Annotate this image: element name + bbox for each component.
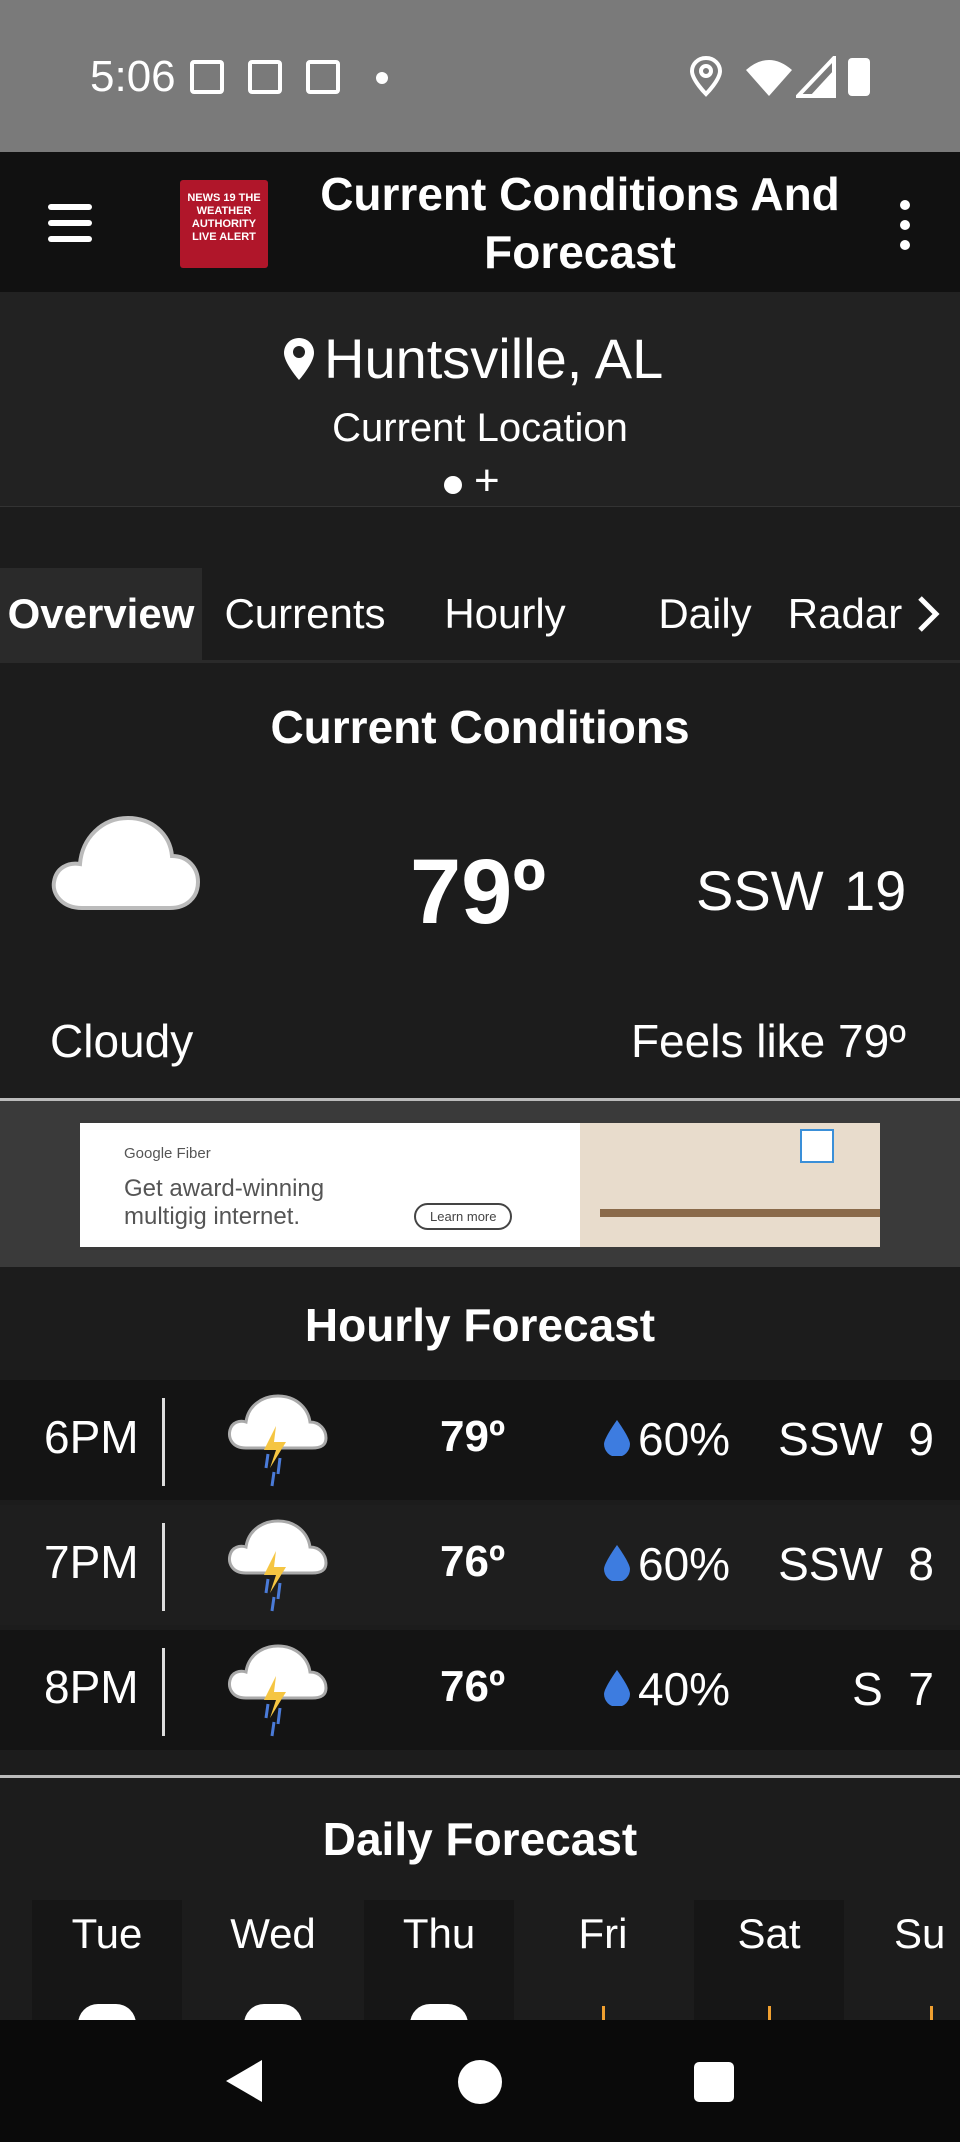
notification-icon [306,60,340,94]
cloud-icon [51,815,201,910]
recents-icon[interactable] [694,2062,734,2102]
status-time: 5:06 [90,52,176,101]
hour-wind: SSW 8 [778,1537,934,1591]
wind-direction: S [852,1663,883,1715]
raindrop-icon [604,1545,630,1581]
ad-banner[interactable]: Google Fiber Get award-winning multigig … [80,1123,880,1247]
logo-text: NEWS 19 THE WEATHER AUTHORITY LIVE ALERT [187,192,261,243]
hourly-row[interactable]: 8PM 76º 40% S 7 [0,1630,960,1750]
day-label: Thu [402,1910,476,1957]
wind-speed: 9 [908,1413,934,1465]
tab-currents[interactable]: Currents [210,568,400,660]
hour-precip: 40% [638,1663,731,1715]
thunderstorm-icon [228,1644,328,1737]
day-label: Wed [230,1910,316,1957]
wifi-icon [746,60,792,96]
day-label: Sat [737,1910,801,1957]
daily-card-sun[interactable]: Su [860,1900,960,2030]
raindrop-icon [604,1420,630,1456]
ad-brand: Google Fiber [124,1145,211,1162]
tab-hourly[interactable]: Hourly [420,568,590,660]
thunderstorm-icon [228,1394,328,1487]
hour-precip: 60% [638,1538,731,1590]
hour-temperature: 79º [440,1412,506,1461]
hourly-row[interactable]: 7PM 76º 60% SSW 8 [0,1505,960,1625]
wind-speed: 8 [908,1538,934,1590]
notification-icon [248,60,282,94]
ad-image [580,1123,880,1247]
wind-speed: 7 [908,1663,934,1715]
page-title: Current Conditions And Forecast [320,168,840,278]
back-icon[interactable] [224,2058,264,2104]
chevron-right-icon[interactable] [916,596,942,632]
current-conditions-heading: Current Conditions [270,701,690,753]
signal-icon [796,56,836,98]
tab-radar[interactable]: Radar [780,568,910,660]
hour-temperature: 76º [440,1662,506,1711]
hourly-row[interactable]: 6PM 79º 60% SSW 9 [0,1380,960,1500]
home-icon[interactable] [458,2060,502,2104]
hour-wind: S 7 [852,1662,934,1716]
notification-icon [190,60,224,94]
sun-icon [768,2006,771,2020]
tab-overview[interactable]: Overview [0,568,202,660]
current-wind-direction: SSW [696,859,824,922]
daily-card-fri[interactable]: Fri [528,1900,678,2030]
sun-icon [602,2006,605,2020]
daily-card-thu[interactable]: Thu [364,1900,514,2044]
hour-temperature: 76º [440,1537,506,1586]
status-bar: 5:06 [0,0,960,152]
battery-icon [848,58,870,96]
wind-direction: SSW [778,1413,883,1465]
daily-card-tue[interactable]: Tue [32,1900,182,2044]
row-divider [162,1398,165,1486]
adchoices-icon[interactable] [800,1129,834,1163]
current-temperature: 79º [410,841,546,943]
daily-card-wed[interactable]: Wed [198,1900,348,2044]
location-name[interactable]: Huntsville, AL [324,326,663,391]
current-condition: Cloudy [50,1015,194,1067]
hour-time: 6PM [44,1411,139,1463]
tab-daily[interactable]: Daily [620,568,790,660]
row-divider [162,1523,165,1611]
hour-time: 7PM [44,1536,139,1588]
location-icon [690,56,722,97]
daily-card-sat[interactable]: Sat [694,1900,844,2030]
location-subtitle: Current Location [332,406,628,450]
add-location-button[interactable]: + [474,456,500,506]
day-label: Fri [578,1910,628,1957]
tab-bar: Overview Currents Hourly Daily Radar [0,568,960,663]
menu-icon[interactable] [48,204,92,252]
station-logo: NEWS 19 THE WEATHER AUTHORITY LIVE ALERT [180,180,268,268]
location-pin-icon [284,338,314,380]
ad-cta-button[interactable]: Learn more [414,1203,513,1230]
overflow-menu-icon[interactable] [900,200,910,260]
ad-headline-1: Get award-winning [124,1175,325,1202]
day-label: Su [894,1910,946,1957]
ad-shelf [600,1209,880,1217]
raindrop-icon [604,1670,630,1706]
hourly-forecast-heading: Hourly Forecast [304,1299,656,1351]
hour-time: 8PM [44,1661,139,1713]
day-label: Tue [71,1910,143,1957]
sun-icon [930,2006,933,2020]
current-wind-speed: 19 [844,859,907,922]
hour-precip: 60% [638,1413,731,1465]
ad-headline-2: multigig internet. [124,1203,301,1230]
thunderstorm-icon [228,1519,328,1612]
page-indicator-dot[interactable] [444,476,462,494]
daily-forecast-heading: Daily Forecast [322,1813,638,1865]
row-divider [162,1648,165,1736]
more-notifications-dot-icon [376,72,388,84]
divider [0,1775,960,1778]
wind-direction: SSW [778,1538,883,1590]
system-nav-bar [0,2020,960,2142]
feels-like: Feels like 79º [630,1015,906,1067]
hour-wind: SSW 9 [778,1412,934,1466]
